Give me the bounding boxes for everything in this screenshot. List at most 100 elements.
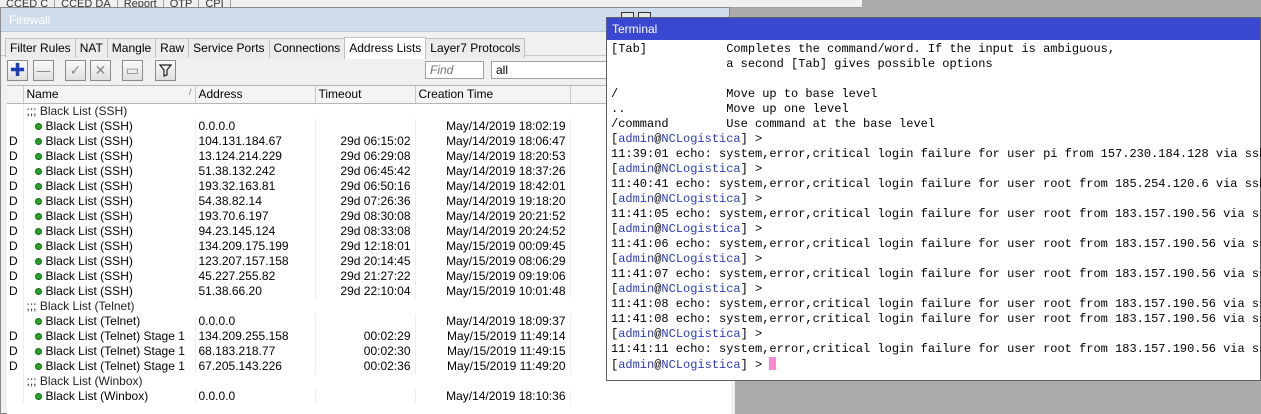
flag-cell: D [7,358,24,374]
enabled-dot-icon [34,317,42,325]
col-created-header[interactable]: Creation Time [415,86,571,104]
created-cell: May/15/2019 09:19:06 [415,268,571,284]
col-name-header[interactable]: Name / [23,86,196,104]
address-cell: 68.183.218.77 [195,343,316,359]
timeout-cell: 29d 06:15:02 [315,133,416,149]
enabled-dot-icon [34,287,42,295]
prompt-symbol: > [755,222,763,236]
name-cell: Black List (SSH) [23,148,196,164]
timeout-cell: 00:02:36 [315,358,416,374]
address-cell: 51.38.132.242 [195,163,316,179]
created-cell: May/14/2019 18:42:01 [415,178,571,194]
created-cell: May/14/2019 18:02:19 [415,118,571,134]
disable-button[interactable]: ✕ [90,60,111,81]
terminal-log-line: 11:41:07 echo: system,error,critical log… [611,267,1261,281]
terminal-titlebar[interactable]: Terminal [607,18,1260,40]
prompt-user: admin [618,282,655,296]
timeout-cell: 29d 08:30:08 [315,208,416,224]
tab-filter-rules[interactable]: Filter Rules [5,38,76,58]
created-cell: May/14/2019 19:18:20 [415,193,571,209]
prompt-host: NCLogistica [661,162,741,176]
terminal-log-line: 11:41:08 echo: system,error,critical log… [611,312,1261,326]
flag-cell: D [7,253,24,269]
enabled-dot-icon [34,392,42,400]
minus-icon: — [36,62,51,78]
prompt-symbol: > [755,162,763,176]
enable-button[interactable]: ✓ [65,60,86,81]
terminal-prompt-line: [admin@NCLogistica] > [611,222,763,236]
flag-cell: D [7,163,24,179]
tab-layer7-protocols[interactable]: Layer7 Protocols [425,38,526,58]
col-timeout-header[interactable]: Timeout [315,86,416,104]
flag-cell: D [7,223,24,239]
terminal-log-line: 11:41:08 echo: system,error,critical log… [611,297,1261,311]
tab-service-ports[interactable]: Service Ports [188,38,270,58]
enabled-dot-icon [34,347,42,355]
terminal-log-line: 11:39:01 echo: system,error,critical log… [611,147,1261,161]
tab-mangle[interactable]: Mangle [106,38,157,58]
terminal-cursor [769,357,777,370]
enabled-dot-icon [34,272,42,280]
terminal-log-line: 11:41:11 echo: system,error,critical log… [611,342,1261,356]
tab-connections[interactable]: Connections [268,38,346,58]
created-cell: May/15/2019 08:06:29 [415,253,571,269]
enabled-dot-icon [34,152,42,160]
terminal-output[interactable]: [Tab] Completes the command/word. If the… [611,42,1261,373]
remove-button[interactable]: — [33,60,54,81]
table-row[interactable]: Black List (Winbox) 0.0.0.0 May/14/2019 18… [7,388,731,404]
flag-cell [7,118,24,134]
terminal-help-line: .. Move up one level​ [611,102,849,116]
address-cell: 94.23.145.124 [195,223,316,239]
created-cell: May/14/2019 18:06:47 [415,133,571,149]
created-cell: May/14/2019 18:09:37 [415,313,571,329]
add-button[interactable]: ✚ [7,60,28,81]
name-cell: Black List (Telnet) Stage 1 [23,358,196,374]
name-cell: Black List (SSH) [23,193,196,209]
prompt-host: NCLogistica [661,192,741,206]
name-cell: Black List (SSH) [23,268,196,284]
address-cell: 0.0.0.0 [195,388,316,404]
timeout-cell: 29d 07:26:36 [315,193,416,209]
timeout-cell: 29d 21:27:22 [315,268,416,284]
prompt-host: NCLogistica [661,252,741,266]
prompt-user: admin [618,358,655,372]
address-cell: 13.124.214.229 [195,148,316,164]
x-icon: ✕ [94,62,107,78]
prompt-host: NCLogistica [661,327,741,341]
comment-button[interactable]: ▭ [122,60,143,81]
flag-cell: D [7,343,24,359]
sort-arrow-icon: / [188,87,192,98]
name-cell: Black List (SSH) [23,118,196,134]
created-cell: May/15/2019 00:09:45 [415,238,571,254]
enabled-dot-icon [34,137,42,145]
address-cell: 193.70.6.197 [195,208,316,224]
name-cell: Black List (SSH) [23,253,196,269]
terminal-prompt-line: [admin@NCLogistica] > [611,132,763,146]
enabled-dot-icon [34,122,42,130]
terminal-help-line: /command Use command at the base level​ [611,117,936,131]
terminal-prompt-line: [admin@NCLogistica] > [611,282,763,296]
name-cell: Black List (SSH) [23,178,196,194]
flag-cell: D [7,238,24,254]
prompt-user: admin [618,192,655,206]
col-address-header[interactable]: Address [195,86,316,104]
name-cell: Black List (Telnet) [23,313,196,329]
terminal-log-line: 11:41:06 echo: system,error,critical log… [611,237,1261,251]
name-cell: Black List (Winbox) [23,388,196,404]
address-cell: 193.32.163.81 [195,178,316,194]
tab-raw[interactable]: Raw [155,38,190,58]
filler-cell [570,388,731,404]
timeout-cell [315,118,416,134]
comment-icon: ▭ [125,62,140,78]
terminal-prompt-line: [admin@NCLogistica] > [611,252,763,266]
terminal-window[interactable]: Terminal [Tab] Completes the command/wor… [606,17,1261,381]
filter-button[interactable] [155,60,176,81]
created-cell: May/14/2019 20:24:52 [415,223,571,239]
flag-cell: D [7,133,24,149]
flag-cell [7,313,24,329]
col-flag-header[interactable] [7,86,24,104]
find-input[interactable] [425,61,484,79]
tab-nat[interactable]: NAT [74,38,108,58]
timeout-cell: 29d 08:33:08 [315,223,416,239]
prompt-user: admin [618,252,655,266]
